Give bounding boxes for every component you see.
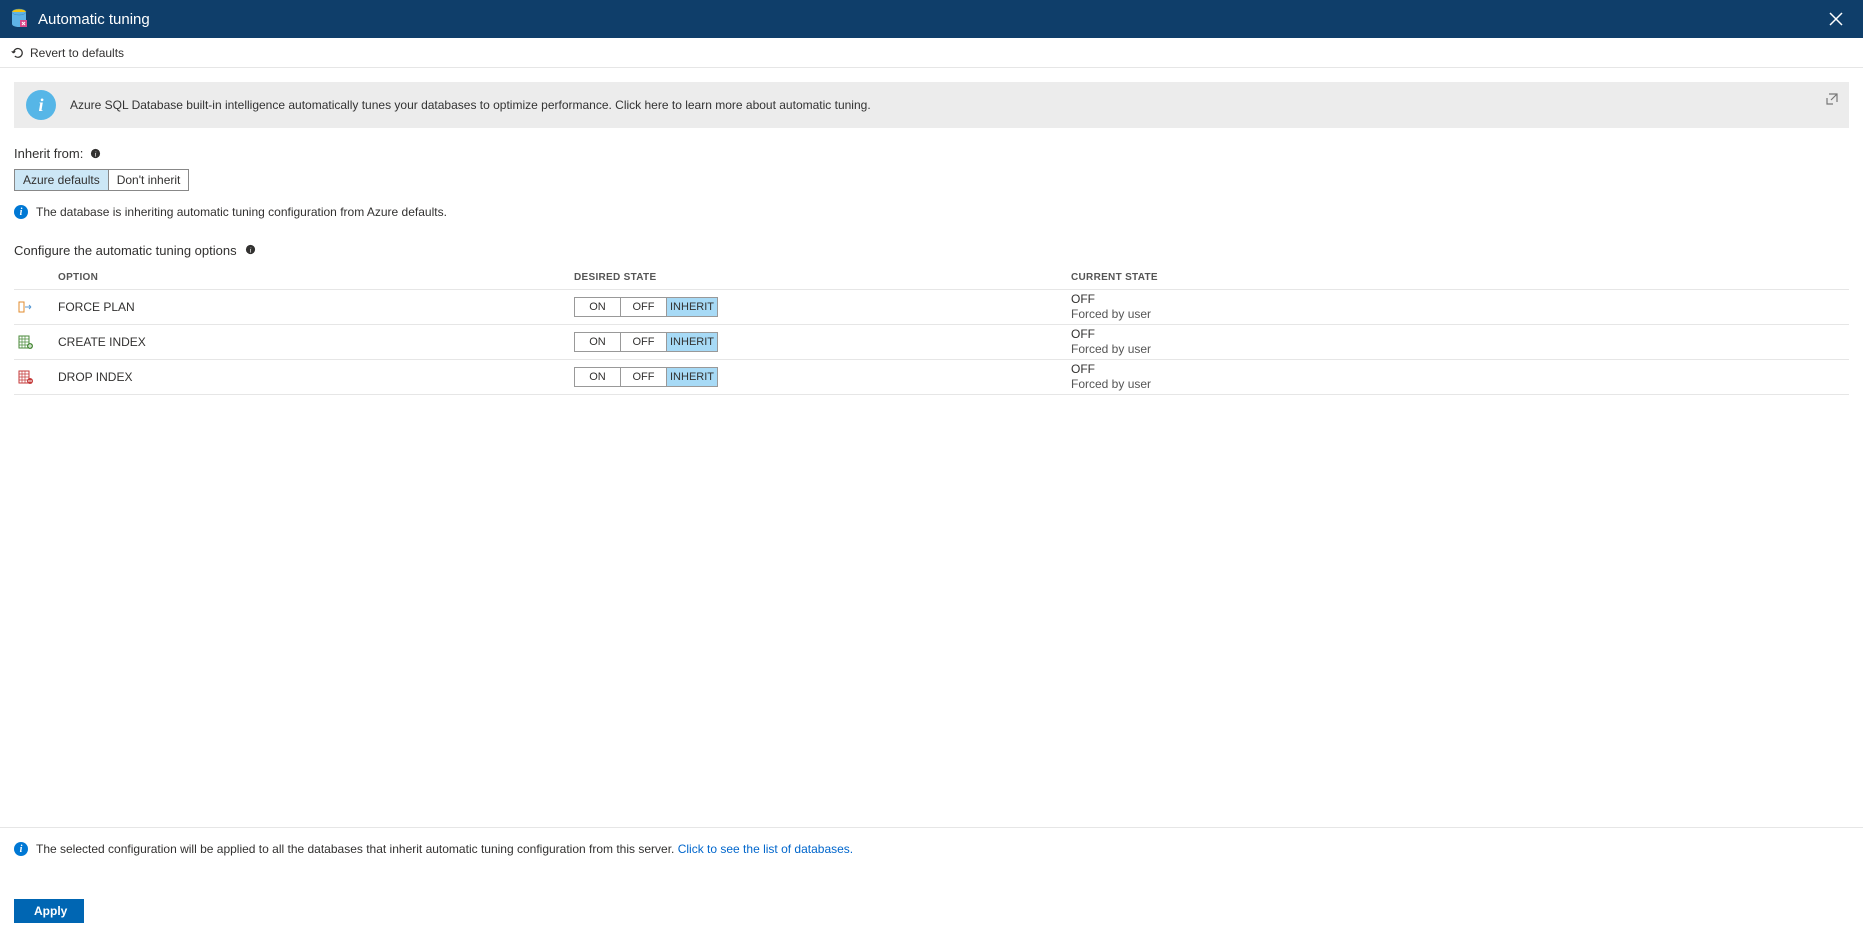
create-index-icon [14, 334, 58, 350]
apply-button[interactable]: Apply [14, 899, 84, 923]
state-off[interactable]: OFF [621, 298, 667, 316]
state-inherit[interactable]: INHERIT [667, 368, 717, 386]
inherit-from-label: Inherit from: [14, 146, 83, 161]
info-tooltip-icon[interactable]: i [89, 148, 101, 160]
desired-state-toggle: ON OFF INHERIT [574, 297, 718, 317]
table-row: FORCE PLAN ON OFF INHERIT OFF Forced by … [14, 290, 1849, 325]
inherit-status-text: The database is inheriting automatic tun… [36, 205, 447, 219]
footer-note-text: The selected configuration will be appli… [36, 842, 678, 856]
state-inherit[interactable]: INHERIT [667, 333, 717, 351]
state-on[interactable]: ON [575, 333, 621, 351]
state-on[interactable]: ON [575, 368, 621, 386]
inherit-from-toggle: Azure defaults Don't inherit [14, 169, 189, 191]
column-current-state: CURRENT STATE [1071, 272, 1849, 283]
info-banner[interactable]: i Azure SQL Database built-in intelligen… [14, 82, 1849, 128]
revert-to-defaults-button[interactable]: Revert to defaults [10, 46, 124, 60]
revert-label: Revert to defaults [30, 46, 124, 60]
toolbar: Revert to defaults [0, 38, 1863, 68]
table-row: DROP INDEX ON OFF INHERIT OFF Forced by … [14, 360, 1849, 395]
state-off[interactable]: OFF [621, 333, 667, 351]
option-name: FORCE PLAN [58, 300, 574, 314]
content-area: i Azure SQL Database built-in intelligen… [0, 68, 1863, 827]
desired-state-toggle: ON OFF INHERIT [574, 367, 718, 387]
current-state-value: OFF [1071, 362, 1849, 377]
current-state-sub: Forced by user [1071, 342, 1849, 357]
inherit-status-row: i The database is inheriting automatic t… [14, 205, 1849, 219]
tuning-options-table: OPTION DESIRED STATE CURRENT STATE FORCE… [14, 266, 1849, 395]
info-icon: i [14, 842, 28, 856]
current-state-cell: OFF Forced by user [1071, 292, 1849, 322]
drop-index-icon [14, 369, 58, 385]
info-icon: i [14, 205, 28, 219]
info-tooltip-icon[interactable]: i [245, 243, 256, 258]
svg-text:i: i [249, 245, 251, 254]
state-inherit[interactable]: INHERIT [667, 298, 717, 316]
database-icon [10, 8, 28, 30]
state-on[interactable]: ON [575, 298, 621, 316]
footer-note: i The selected configuration will be app… [14, 842, 1849, 856]
current-state-sub: Forced by user [1071, 377, 1849, 392]
state-off[interactable]: OFF [621, 368, 667, 386]
info-icon: i [26, 90, 56, 120]
current-state-sub: Forced by user [1071, 307, 1849, 322]
blade-header: Automatic tuning [0, 0, 1863, 38]
footer-databases-link[interactable]: Click to see the list of databases. [678, 842, 853, 856]
blade-title: Automatic tuning [38, 11, 150, 28]
column-desired-state: DESIRED STATE [574, 272, 1071, 283]
current-state-cell: OFF Forced by user [1071, 362, 1849, 392]
external-link-icon[interactable] [1825, 92, 1839, 106]
configure-options-label: Configure the automatic tuning options [14, 243, 237, 258]
undo-icon [10, 46, 24, 60]
current-state-value: OFF [1071, 292, 1849, 307]
option-name: DROP INDEX [58, 370, 574, 384]
table-row: CREATE INDEX ON OFF INHERIT OFF Forced b… [14, 325, 1849, 360]
inherit-from-label-row: Inherit from: i [14, 146, 1849, 161]
footer: i The selected configuration will be app… [0, 827, 1863, 937]
close-button[interactable] [1817, 0, 1855, 38]
desired-state-toggle: ON OFF INHERIT [574, 332, 718, 352]
info-banner-text: Azure SQL Database built-in intelligence… [70, 98, 871, 112]
inherit-option-dont-inherit[interactable]: Don't inherit [109, 170, 189, 190]
force-plan-icon [14, 299, 58, 315]
configure-options-label-row: Configure the automatic tuning options i [14, 243, 1849, 258]
column-option: OPTION [58, 272, 574, 283]
svg-text:i: i [94, 149, 96, 158]
close-icon [1829, 12, 1843, 26]
option-name: CREATE INDEX [58, 335, 574, 349]
table-header: OPTION DESIRED STATE CURRENT STATE [14, 266, 1849, 290]
current-state-value: OFF [1071, 327, 1849, 342]
current-state-cell: OFF Forced by user [1071, 327, 1849, 357]
inherit-option-azure-defaults[interactable]: Azure defaults [15, 170, 109, 190]
